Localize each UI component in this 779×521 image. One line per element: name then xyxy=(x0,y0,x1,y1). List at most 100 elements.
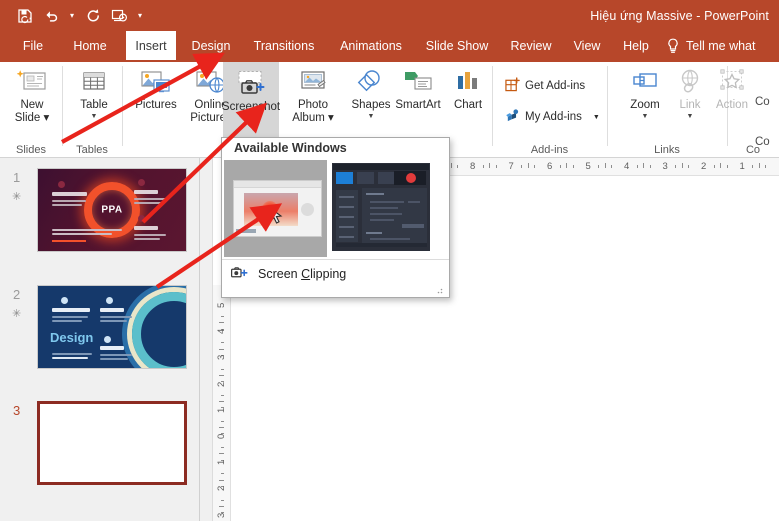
link-button-dropdown-icon[interactable]: ▼ xyxy=(687,113,694,121)
available-window-thumbnail-2[interactable] xyxy=(332,163,430,251)
v-ruler-minor-tick xyxy=(221,342,224,344)
slide-thumbnail-1[interactable]: PPA xyxy=(37,168,187,252)
window-preview-2-footer xyxy=(336,243,427,247)
save-icon[interactable] xyxy=(12,4,38,28)
h-ruler-tick-8: 8 xyxy=(470,161,476,172)
h-ruler-minor-tick xyxy=(611,165,613,168)
available-windows-gallery[interactable] xyxy=(222,158,449,259)
get-add-ins-button[interactable]: Get Add-ins xyxy=(505,77,585,95)
v-ruler-tick-0: 5 xyxy=(216,302,227,308)
slides-thumbnail-panel[interactable]: 1 ✳ PPA 2 ✳ Design 3 xyxy=(0,158,200,521)
screenshot-dropdown-menu[interactable]: Available Windows Screen Clipping xyxy=(221,137,450,298)
tab-help[interactable]: Help xyxy=(617,31,655,60)
v-ruler-minor-tick xyxy=(221,447,224,449)
comments-group-partial-label[interactable]: Co xyxy=(755,136,770,148)
h-ruler-minor-tick xyxy=(649,165,651,168)
screenshot-button[interactable]: Screenshot ▼ xyxy=(221,62,281,140)
zoom-button-dropdown-icon[interactable]: ▼ xyxy=(642,113,649,121)
h-ruler-minor-tick xyxy=(598,165,600,168)
shapes-button-dropdown-icon[interactable]: ▼ xyxy=(368,113,375,121)
table-button[interactable]: Table ▼ xyxy=(66,62,122,121)
zoom-icon xyxy=(630,62,660,96)
h-ruler-minor-tick xyxy=(489,163,491,168)
ribbon-group-label: Tables xyxy=(76,144,108,156)
tab-home[interactable]: Home xyxy=(64,31,116,60)
h-ruler-minor-tick xyxy=(758,163,760,168)
pictures-button[interactable]: Pictures xyxy=(128,62,184,112)
window-preview-2-titlebar xyxy=(333,164,429,170)
smartart-button-label: SmartArt xyxy=(395,99,441,111)
slide-thumbnail-2[interactable]: Design xyxy=(37,285,187,369)
h-ruler-tick-5: 5 xyxy=(585,161,591,172)
available-windows-header: Available Windows xyxy=(234,141,347,155)
ribbon-group-label: Co xyxy=(745,144,761,156)
tab-slide-show[interactable]: Slide Show xyxy=(420,31,494,60)
slide-number-2: 2 xyxy=(13,287,21,302)
tab-file[interactable]: File xyxy=(14,31,52,60)
new-slide-icon xyxy=(17,62,47,96)
pictures-button-label: Pictures xyxy=(135,99,177,111)
tab-insert[interactable]: Insert xyxy=(126,31,176,60)
new-slide-button[interactable]: New Slide ▾ xyxy=(4,62,60,125)
resize-grip-icon[interactable] xyxy=(437,286,445,294)
v-ruler-tick-5: 0 xyxy=(216,433,227,439)
tab-review[interactable]: Review xyxy=(505,31,557,60)
v-ruler-minor-tick xyxy=(221,316,224,318)
title-bar: ▾ ▾ Hiệu ứng Massive - PowerPoint xyxy=(0,0,779,31)
slide-1-title: PPA xyxy=(101,204,123,216)
tab-view[interactable]: View xyxy=(567,31,607,60)
my-add-ins-button-dropdown-icon[interactable]: ▼ xyxy=(593,114,600,121)
available-window-thumbnail-1[interactable] xyxy=(224,160,327,257)
table-button-label: Table xyxy=(80,99,108,111)
window-preview-2-nav-1 xyxy=(336,172,353,184)
comments-partial-label[interactable]: Co xyxy=(755,96,770,108)
screen-clipping-menu-item[interactable]: Screen Clipping xyxy=(222,260,449,287)
h-ruler-minor-tick xyxy=(636,165,638,168)
h-ruler-minor-tick xyxy=(495,165,497,168)
pictures-icon xyxy=(140,62,172,96)
h-ruler-minor-tick xyxy=(688,165,690,168)
slide-animation-star-2: ✳ xyxy=(12,308,22,320)
tab-animations[interactable]: Animations xyxy=(331,31,411,60)
slide-2-title: Design xyxy=(50,330,94,345)
ribbon-tabs: File Home Insert Design Transitions Animation… xyxy=(0,31,779,60)
start-presentation-icon[interactable] xyxy=(106,4,132,28)
table-button-dropdown-icon[interactable]: ▼ xyxy=(91,113,98,121)
window-title: Hiệu ứng Massive - PowerPoint xyxy=(590,8,769,23)
tab-design[interactable]: Design xyxy=(185,31,237,60)
slide-number-3: 3 xyxy=(13,403,21,418)
v-ruler-tick-2: 3 xyxy=(216,355,227,361)
lightbulb-icon xyxy=(668,38,678,53)
my-add-ins-button-label: My Add-ins xyxy=(525,111,582,123)
chart-button[interactable]: Chart xyxy=(440,62,496,112)
tell-me-box[interactable]: Tell me what xyxy=(666,31,755,60)
v-ruler-minor-tick xyxy=(219,427,224,429)
v-ruler-tick-6: 1 xyxy=(216,459,227,466)
h-ruler-minor-tick xyxy=(521,165,523,168)
my-add-ins-button[interactable]: My Add-ins ▼ xyxy=(505,108,600,126)
photo-album-button[interactable]: Photo Album ▾ xyxy=(285,62,341,125)
v-ruler-tick-4: 1 xyxy=(216,407,227,413)
h-ruler-minor-tick xyxy=(713,165,715,168)
v-ruler-minor-tick xyxy=(221,473,224,475)
slide-animation-star-1: ✳ xyxy=(12,191,22,203)
screenshot-button-dropdown-icon[interactable]: ▼ xyxy=(248,115,255,123)
customize-qat-icon[interactable]: ▾ xyxy=(132,5,148,27)
h-ruler-minor-tick xyxy=(457,165,459,168)
ribbon-group-label: Add-ins xyxy=(530,144,569,156)
window-preview-1-circle xyxy=(301,203,314,216)
undo-icon[interactable] xyxy=(38,4,64,28)
tab-transitions[interactable]: Transitions xyxy=(246,31,322,60)
h-ruler-minor-tick xyxy=(482,165,484,168)
undo-dropdown-icon[interactable]: ▾ xyxy=(64,5,80,27)
action-button[interactable]: Action xyxy=(704,62,760,112)
screenshot-button-label: Screenshot xyxy=(221,101,281,113)
slide-3-blank xyxy=(40,404,184,482)
slide-thumbnail-3[interactable] xyxy=(37,401,187,485)
redo-icon[interactable] xyxy=(80,4,106,28)
my-add-ins-icon xyxy=(505,108,520,126)
smartart-button[interactable]: SmartArt xyxy=(390,62,446,112)
h-ruler-minor-tick xyxy=(559,165,561,168)
chart-button-label: Chart xyxy=(453,99,483,111)
v-ruler-minor-tick xyxy=(219,479,224,481)
